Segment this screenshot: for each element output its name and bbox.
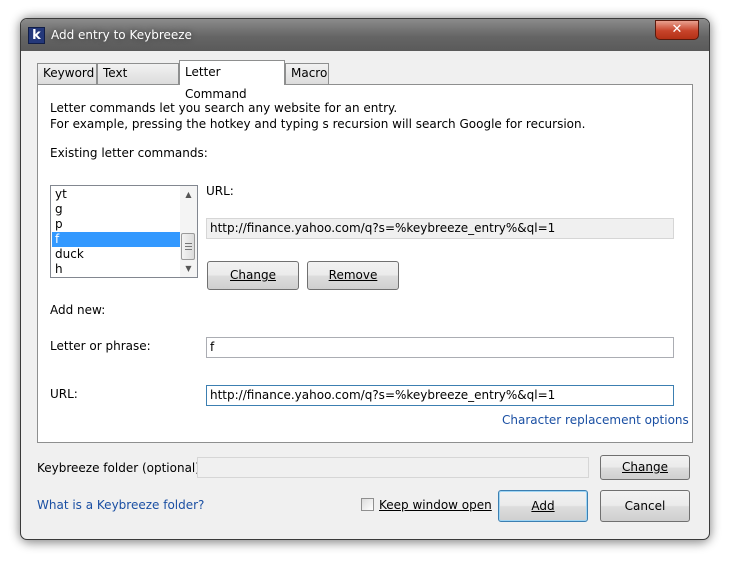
letter-phrase-label: Letter or phrase: [50, 339, 151, 353]
list-item[interactable]: p [52, 217, 180, 232]
checkbox-label-text: Keep window open [379, 498, 492, 512]
close-button[interactable]: ✕ [655, 20, 699, 40]
keybreeze-folder-help-link[interactable]: What is a Keybreeze folder? [37, 498, 204, 512]
button-label: Change [622, 460, 668, 474]
keybreeze-app-icon: k [28, 27, 45, 44]
scroll-thumb[interactable] [181, 233, 195, 260]
dialog-client-area: Keyword Text Function Letter Command Mac… [28, 51, 702, 533]
letter-phrase-input[interactable]: f [206, 337, 674, 358]
list-item-selected[interactable]: f [52, 232, 180, 247]
list-scrollbar[interactable]: ▲ ▼ [180, 186, 197, 277]
folder-label: Keybreeze folder (optional): [37, 461, 204, 475]
window-title: Add entry to Keybreeze [51, 28, 192, 42]
list-item[interactable]: yt [52, 187, 180, 202]
dialog-window: k Add entry to Keybreeze ✕ Keyword Text … [20, 18, 710, 540]
folder-input[interactable] [197, 457, 589, 478]
tab-keyword[interactable]: Keyword [37, 63, 97, 84]
close-icon: ✕ [671, 22, 683, 37]
button-label: Add [531, 499, 555, 513]
description-line-2: For example, pressing the hotkey and typ… [50, 117, 586, 131]
letter-command-panel: Letter commands let you search any websi… [37, 84, 693, 443]
button-label: Cancel [624, 499, 666, 513]
new-url-label: URL: [50, 387, 78, 401]
scroll-up-arrow-icon[interactable]: ▲ [180, 186, 197, 203]
keep-window-open-checkbox[interactable] [361, 498, 374, 511]
tab-macro[interactable]: Macro [285, 63, 329, 84]
add-new-label: Add new: [50, 303, 106, 317]
tab-text-function[interactable]: Text Function [97, 63, 179, 99]
scroll-down-arrow-icon[interactable]: ▼ [180, 260, 197, 277]
selected-url-field[interactable]: http://finance.yahoo.com/q?s=%keybreeze_… [206, 218, 674, 239]
url-label: URL: [206, 184, 234, 198]
button-label: Remove [328, 268, 378, 282]
existing-commands-list[interactable]: yt g p f duck h ▲ ▼ [50, 185, 198, 278]
change-command-button[interactable]: Change [207, 261, 299, 290]
tab-label: Letter Command [185, 65, 247, 101]
list-item[interactable]: g [52, 202, 180, 217]
button-label: Change [230, 268, 276, 282]
folder-change-button[interactable]: Change [600, 455, 690, 480]
tab-letter-command[interactable]: Letter Command [179, 60, 285, 101]
cancel-button[interactable]: Cancel [600, 490, 690, 522]
tab-label: Macro [291, 66, 328, 80]
title-bar[interactable]: k Add entry to Keybreeze ✕ [21, 19, 709, 51]
add-button[interactable]: Add [498, 490, 588, 522]
tab-label: Keyword [43, 66, 95, 80]
new-url-input[interactable]: http://finance.yahoo.com/q?s=%keybreeze_… [206, 385, 674, 406]
list-item[interactable]: h [52, 262, 180, 277]
list-item[interactable]: duck [52, 247, 180, 262]
existing-commands-label: Existing letter commands: [50, 146, 208, 160]
remove-command-button[interactable]: Remove [307, 261, 399, 290]
keep-window-open-label[interactable]: Keep window open [379, 498, 492, 512]
character-replacement-link[interactable]: Character replacement options [502, 413, 689, 427]
